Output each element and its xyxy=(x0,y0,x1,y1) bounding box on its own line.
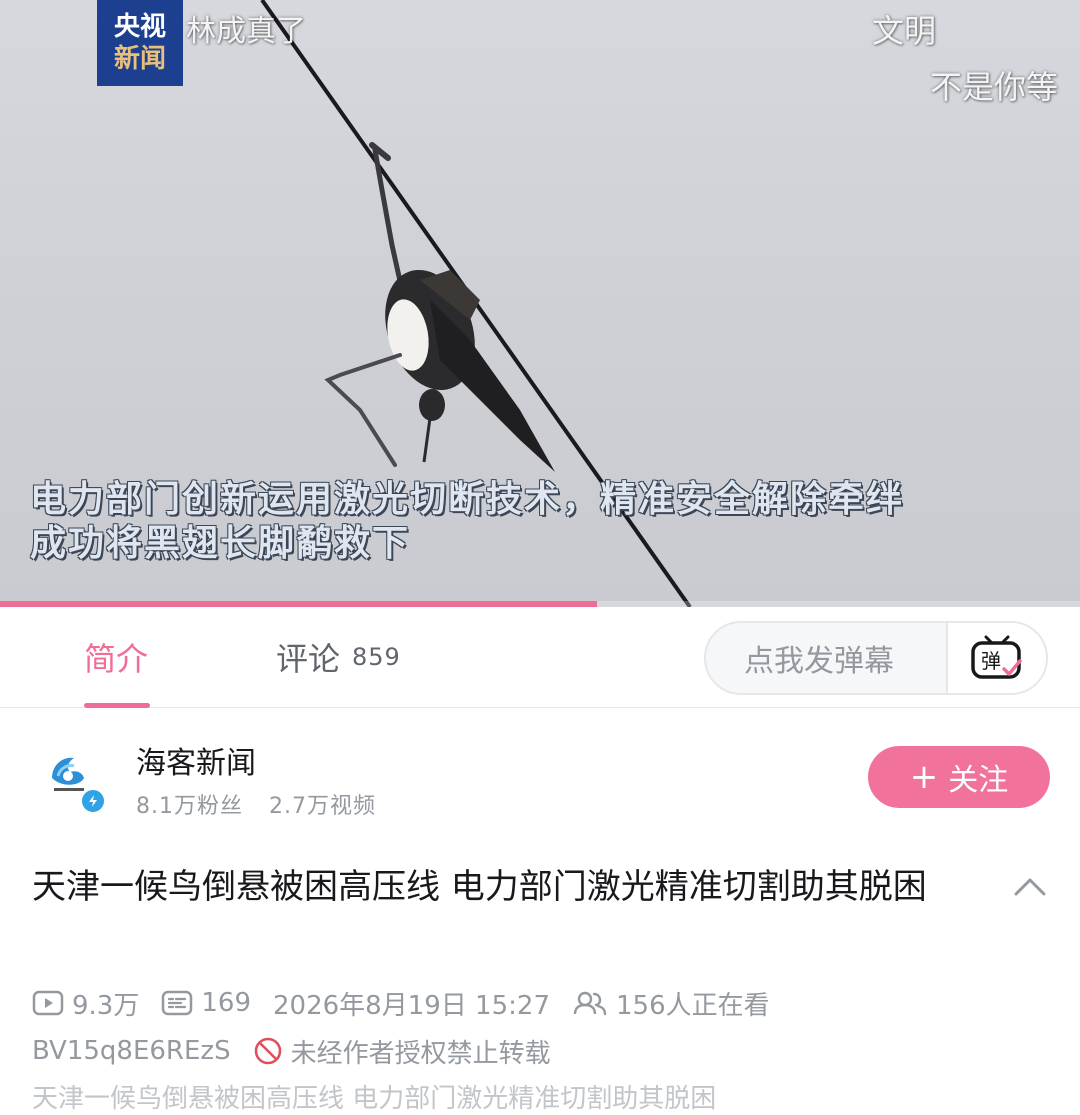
subtitle-line: 成功将黑翅长脚鹬救下 xyxy=(30,523,411,564)
comments-count: 859 xyxy=(352,643,401,671)
danmaku-toggle-button[interactable]: 弹 xyxy=(946,623,1046,693)
follow-label: 关注 xyxy=(948,763,1009,798)
video-title: 天津一候鸟倒悬被困高压线 电力部门激光精准切割助其脱困 xyxy=(32,867,927,907)
copyright-notice: 未经作者授权禁止转载 xyxy=(253,1033,551,1070)
watching-stat: 156人正在看 xyxy=(572,985,770,1022)
video-overlay-text: 文明 xyxy=(872,12,937,50)
verified-badge-icon xyxy=(80,788,106,814)
publish-time: 2026年8月19日 15:27 xyxy=(273,990,550,1021)
video-overlay-text: 林成真了 xyxy=(186,14,306,49)
video-subtitle: 电力部门创新运用激光切断技术，精准安全解除牵绊 成功将黑翅长脚鹬救下 xyxy=(30,478,1070,566)
description-preview: 天津一候鸟倒悬被困高压线 电力部门激光精准切割助其脱困 xyxy=(32,1084,717,1114)
people-icon xyxy=(573,991,607,1016)
uploader-stats: 8.1万粉丝 2.7万视频 xyxy=(136,788,376,820)
video-overlay-text: 不是你等 xyxy=(930,68,1059,106)
channel-logo-bottom: 新闻 xyxy=(113,44,166,74)
forbidden-icon xyxy=(254,1037,281,1065)
tab-intro[interactable]: 简介 xyxy=(84,607,148,707)
plus-icon: + xyxy=(909,757,939,797)
danmaku-icon: 弹 xyxy=(971,635,1022,679)
channel-logo-top: 央视 xyxy=(113,12,166,42)
uploader-name[interactable]: 海客新闻 xyxy=(136,738,256,782)
copyright-text: 未经作者授权禁止转载 xyxy=(290,1038,551,1069)
danmaku-icon-glyph: 弹 xyxy=(981,649,1001,673)
uploader-card: 海客新闻 8.1万粉丝 2.7万视频 + 关注 xyxy=(0,708,1080,838)
video-player[interactable]: 央视 新闻 林成真了 文明 不是你等 电力部门创新运用激光切断技术，精准安全解除… xyxy=(0,0,1080,607)
video-stats-row: 9.3万 169 2026年8月19日 15:27 156人正在看 xyxy=(32,982,792,1024)
danmaku-stat: 169 xyxy=(161,988,251,1018)
tab-comments[interactable]: 评论 859 xyxy=(276,607,401,707)
uploader-fans: 8.1万粉丝 xyxy=(136,794,243,819)
uploader-videos: 2.7万视频 xyxy=(269,794,376,819)
views-stat: 9.3万 xyxy=(32,985,139,1022)
bvid: BV15q8E6REzS xyxy=(32,1036,231,1066)
danmaku-count-icon xyxy=(162,990,193,1016)
watching-count: 156人正在看 xyxy=(616,990,770,1021)
channel-logo: 央视 新闻 xyxy=(97,0,183,86)
play-count-icon xyxy=(32,990,64,1016)
tab-intro-label: 简介 xyxy=(84,640,149,678)
tab-comments-label: 评论 xyxy=(276,640,341,678)
subtitle-line: 电力部门创新运用激光切断技术，精准安全解除牵绊 xyxy=(30,479,905,520)
follow-button[interactable]: + 关注 xyxy=(868,746,1050,808)
chevron-up-icon[interactable] xyxy=(1012,870,1048,906)
danmaku-input[interactable]: 点我发弹幕 弹 xyxy=(704,621,1048,695)
danmaku-count: 169 xyxy=(201,988,251,1018)
video-id-row: BV15q8E6REzS 未经作者授权禁止转载 xyxy=(32,1030,573,1072)
tab-bar: 简介 评论 859 点我发弹幕 弹 xyxy=(0,607,1080,708)
views-count: 9.3万 xyxy=(72,990,140,1021)
bird-graphic xyxy=(324,142,555,472)
